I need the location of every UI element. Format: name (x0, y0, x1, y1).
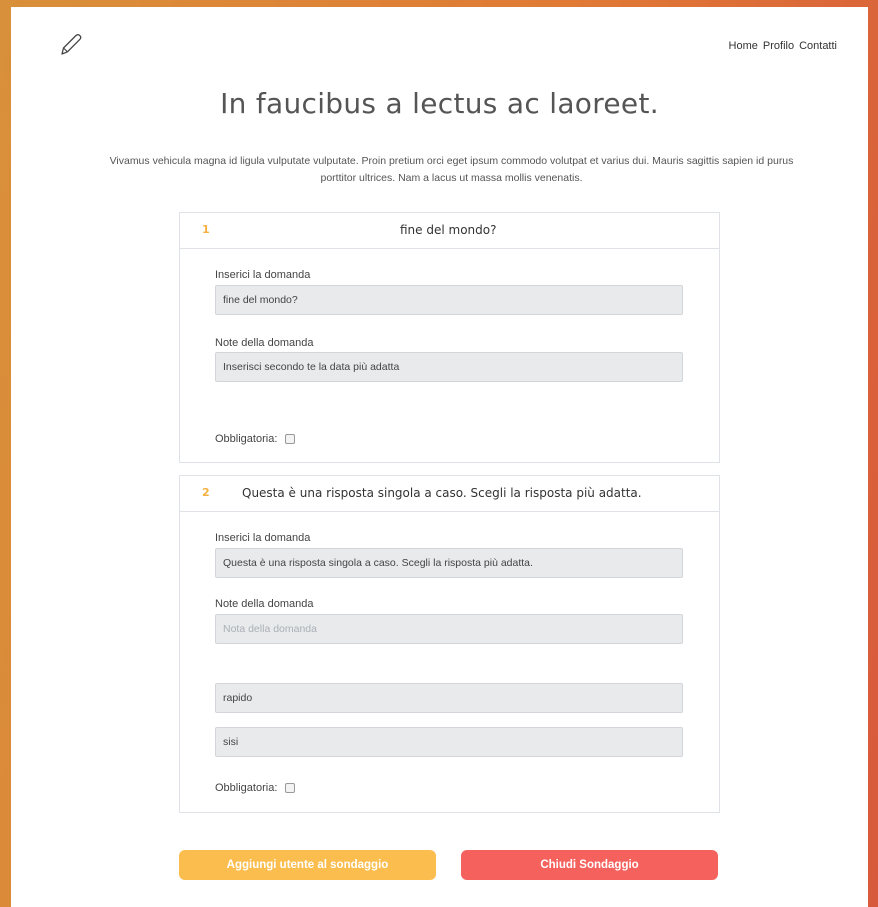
question-label: Inserici la domanda (215, 532, 311, 544)
notes-label: Note della domanda (215, 337, 314, 349)
notes-input[interactable]: Nota della domanda (215, 614, 683, 644)
intro-text: Vivamus vehicula magna id ligula vulputa… (31, 153, 872, 187)
intro-line-1: Vivamus vehicula magna id ligula vulputa… (109, 155, 794, 167)
add-user-button[interactable]: Aggiungi utente al sondaggio (179, 850, 436, 880)
nav-home[interactable]: Home (729, 40, 758, 52)
close-survey-button[interactable]: Chiudi Sondaggio (461, 850, 718, 880)
question-input[interactable]: Questa è una risposta singola a caso. Sc… (215, 548, 683, 578)
question-input[interactable]: fine del mondo? (215, 285, 683, 315)
question-title: fine del mondo? (400, 223, 497, 237)
mandatory-row: Obbligatoria: (215, 433, 296, 445)
intro-line-2: porttitor ultrices. Nam a lacus ut massa… (320, 172, 583, 184)
nav-profilo[interactable]: Profilo (763, 40, 794, 52)
mandatory-label: Obbligatoria: (215, 433, 278, 445)
pencil-icon[interactable] (57, 31, 85, 59)
answer-input-2[interactable]: sisi (215, 727, 683, 757)
question-number: 2 (202, 486, 210, 499)
page-title: In faucibus a lectus ac laoreet. (220, 87, 659, 120)
notes-label: Note della domanda (215, 598, 314, 610)
question-number: 1 (202, 223, 210, 236)
nav-contatti[interactable]: Contatti (799, 40, 837, 52)
question-label: Inserici la domanda (215, 269, 311, 281)
mandatory-row: Obbligatoria: (215, 782, 296, 794)
mandatory-checkbox[interactable] (285, 783, 296, 793)
answer-input-1[interactable]: rapido (215, 683, 683, 713)
question-card-header[interactable]: 2 Questa è una risposta singola a caso. … (180, 476, 719, 512)
question-card-header[interactable]: 1 fine del mondo? (180, 213, 719, 249)
page-container: Home Profilo Contatti In faucibus a lect… (11, 7, 868, 907)
question-card-1: 1 fine del mondo? Inserici la domanda fi… (179, 212, 720, 463)
question-card-2: 2 Questa è una risposta singola a caso. … (179, 475, 720, 813)
mandatory-label: Obbligatoria: (215, 782, 278, 794)
mandatory-checkbox[interactable] (285, 434, 296, 444)
notes-input[interactable]: Inserisci secondo te la data più adatta (215, 352, 683, 382)
question-title: Questa è una risposta singola a caso. Sc… (242, 486, 642, 500)
top-nav: Home Profilo Contatti (729, 40, 837, 52)
